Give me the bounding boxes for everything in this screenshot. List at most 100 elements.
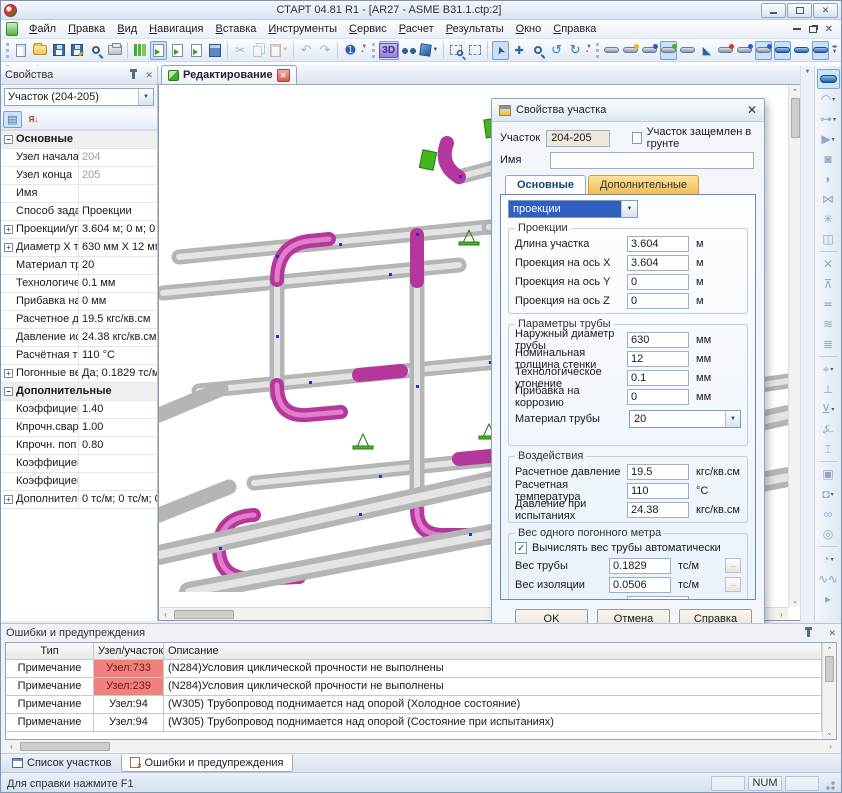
menu-results[interactable]: Результаты [440,21,510,37]
temperature-field[interactable]: 110 [627,483,689,499]
property-row[interactable]: +Дополнител0 тс/м; 0 тс/м; 0 [1,491,157,509]
maximize-button[interactable] [787,3,812,18]
save-icon[interactable] [50,41,67,60]
length-field[interactable]: 3.604 [627,236,689,252]
chevron-down-icon[interactable]: ▼ [725,411,740,427]
pipe-display-2-icon[interactable] [622,41,639,60]
property-row[interactable]: Технологиче0.1 мм [1,275,157,293]
property-row[interactable]: Коэффициен1.40 [1,401,157,419]
proj-z-field[interactable]: 0 [627,293,689,309]
auto-weight-checkbox[interactable]: ✓ [515,542,527,554]
chevron-down-icon[interactable]: ▼ [138,89,153,105]
redo-icon[interactable] [317,41,334,60]
import-doc-icon[interactable] [169,41,186,60]
iso-cube-icon[interactable]: ▼ [419,41,439,60]
object-selector-combo[interactable]: Участок (204-205) ▼ [4,88,154,106]
menu-insert[interactable]: Вставка [210,21,263,37]
toolbar-overflow-icon[interactable]: ◂▸▼ [830,41,839,60]
scroll-thumb[interactable] [791,98,800,138]
rest-support-icon[interactable]: ⊥ [817,379,840,399]
pipe-display-7-icon[interactable] [717,41,734,60]
units-icon[interactable] [132,41,149,60]
pin-icon[interactable] [132,71,135,79]
proj-x-field[interactable]: 3.604 [627,255,689,271]
rotate-cw-icon[interactable] [567,41,584,60]
pipe-display-12-icon[interactable] [812,41,829,60]
panel-close-icon[interactable]: ✕ [828,628,836,639]
new-document-icon[interactable] [13,41,30,60]
ground-checkbox-wrap[interactable]: Участок защемлен в грунте [632,126,756,150]
resize-grip[interactable] [823,778,835,790]
test-pressure-field[interactable]: 24.38 [627,502,689,518]
mdi-restore-icon[interactable] [809,26,817,33]
property-row[interactable]: Коэффициен [1,473,157,491]
scroll-down-icon[interactable]: ⌄ [823,726,836,739]
corrosion-field[interactable]: 0 [627,389,689,405]
elbow-icon[interactable]: ◠▾ [817,89,840,109]
wall-thickness-field[interactable]: 12 [627,351,689,367]
thinning-field[interactable]: 0.1 [627,370,689,386]
pipe-display-3-icon[interactable] [641,41,658,60]
flange-icon[interactable]: ✳ [817,209,840,229]
auto-weight-checkbox-wrap[interactable]: ✓ Вычислять вес трубы автоматически [515,539,741,556]
copy-icon[interactable] [251,41,268,60]
node-cell[interactable]: Узел:94 [94,714,164,731]
pipe-display-11-icon[interactable] [793,41,810,60]
property-row[interactable]: Имя [1,185,157,203]
toolbar-grip[interactable] [6,43,9,58]
toolbar-overflow-icon[interactable]: ▼▪ [585,41,594,60]
categorized-view-icon[interactable] [3,111,22,128]
pipe-display-5-icon[interactable] [679,41,696,60]
drop-icon[interactable]: ◗ [817,169,840,189]
table-row[interactable]: Примечание Узел:239 (N284)Условия циклич… [6,678,822,696]
name-field[interactable] [550,152,754,169]
menu-service[interactable]: Сервис [343,21,393,37]
reducer-icon[interactable]: ⋈ [817,189,840,209]
errors-horizontal-scrollbar[interactable]: ‹ › [5,740,837,753]
undo-icon[interactable] [298,41,315,60]
print-icon[interactable] [106,41,123,60]
scroll-up-icon[interactable]: ⌃ [823,643,836,656]
pipe-display-8-icon[interactable] [736,41,753,60]
property-row[interactable]: Коэффициен [1,455,157,473]
method-dropdown[interactable]: проекции ▼ [508,200,638,218]
property-row[interactable]: Расчётная те110 °C [1,347,157,365]
scroll-left-icon[interactable]: ‹ [159,608,172,621]
diameter-field[interactable]: 630 [627,332,689,348]
node-cell[interactable]: Узел:94 [94,696,164,713]
pipe-display-4-icon[interactable] [660,41,677,60]
scroll-thumb[interactable] [174,610,234,619]
tab-main[interactable]: Основные [505,175,586,194]
minimize-button[interactable] [761,3,786,18]
pipe-display-6-icon[interactable] [698,41,715,60]
menu-tools[interactable]: Инструменты [262,21,343,37]
start-doc-icon[interactable] [150,41,167,60]
tab-errors[interactable]: Ошибки и предупреждения [121,755,292,772]
pipe-display-1-icon[interactable] [603,41,620,60]
property-row[interactable]: Расчетное да19.5 кгс/кв.см [1,311,157,329]
proj-y-field[interactable]: 0 [627,274,689,290]
errors-vertical-scrollbar[interactable]: ⌃ ⌄ [822,643,836,739]
tab-editing[interactable]: Редактирование ✕ [161,65,297,84]
spring-support-icon[interactable]: ≋ [817,314,840,334]
pipe-display-9-icon[interactable] [755,41,772,60]
ground-checkbox[interactable] [632,132,642,144]
column-type[interactable]: Тип [6,643,94,659]
zoom-icon[interactable] [530,41,547,60]
zoom-window-icon[interactable] [448,41,465,60]
springs-icon[interactable]: ∿∿ [817,569,840,589]
menu-help[interactable]: Справка [547,21,602,37]
equipment-pair-icon[interactable]: ∞ [817,504,840,524]
dock-pin-icon[interactable]: ▼ [805,69,811,75]
scroll-thumb[interactable] [825,656,834,682]
node-cell-highlighted[interactable]: Узел:239 [94,678,164,695]
calculator-icon[interactable] [206,41,223,60]
property-row[interactable]: +Диаметр X тс630 мм X 12 мм [1,239,157,257]
more-button[interactable]: ... [725,558,741,573]
toolbar-overflow-icon[interactable]: ▼▪ [360,41,369,60]
guide-support-icon[interactable]: ≣ [817,334,840,354]
close-button[interactable] [813,3,838,18]
gasket-icon[interactable]: ◫ [817,229,840,249]
property-row[interactable]: Кпрочн. поп0.80 [1,437,157,455]
3d-view-icon[interactable]: 3D [379,41,399,60]
